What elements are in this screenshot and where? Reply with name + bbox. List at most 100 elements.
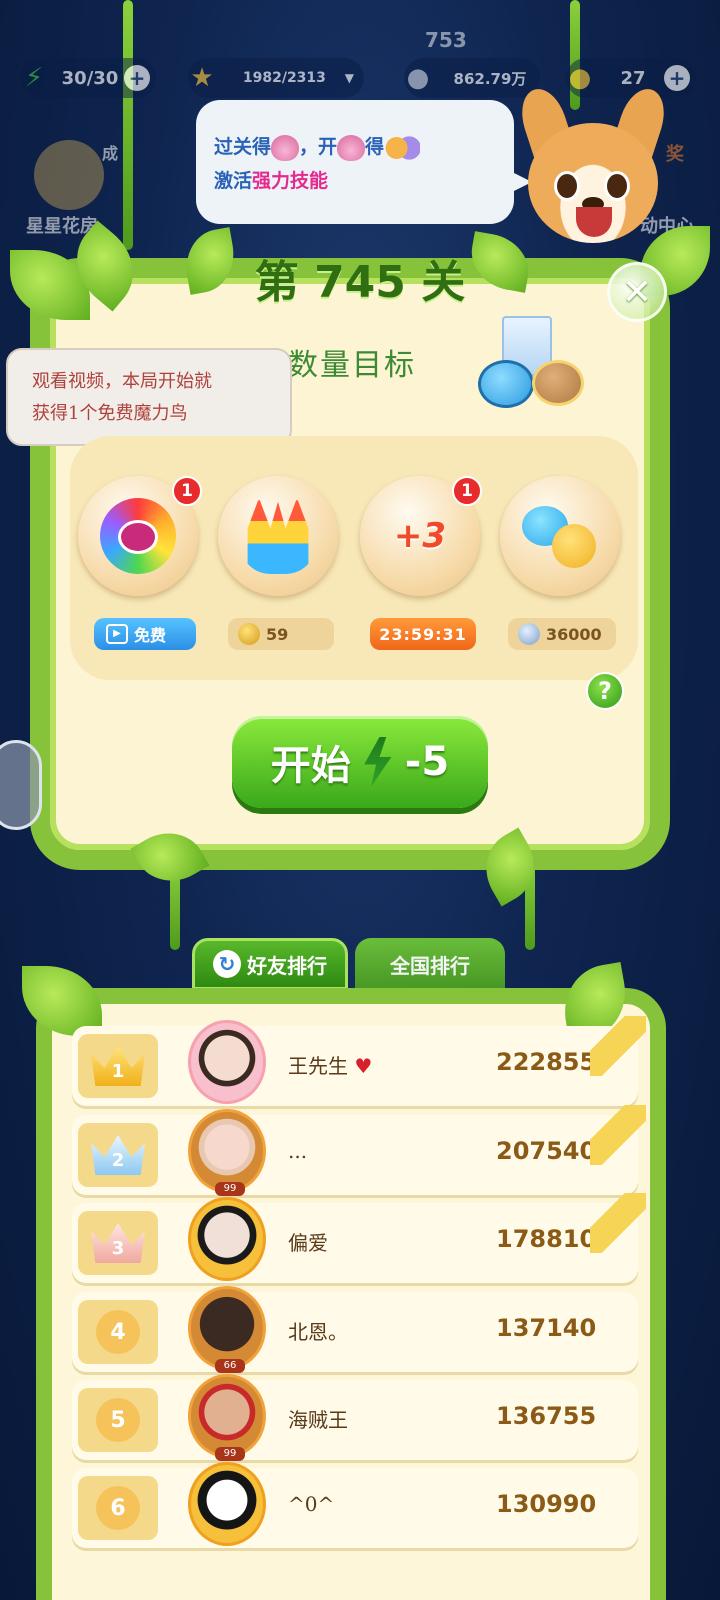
firework-rocket-icon: [247, 498, 309, 574]
tooltip-line: 获得1个免费魔力鸟: [32, 403, 188, 424]
ranking-row[interactable]: 6 ^0^ 130990: [72, 1462, 638, 1548]
money-bag-icon: [337, 134, 366, 161]
silver-crown-icon: 2: [91, 1135, 145, 1175]
gold-crown-icon: 1: [91, 1046, 145, 1086]
speech-text: ，开: [299, 136, 338, 158]
rank-badge: 4: [78, 1300, 158, 1364]
speech-text: 过关得: [214, 136, 272, 158]
rainbow-bird-icon: [100, 498, 176, 574]
speech-text: 激活: [214, 170, 253, 192]
energy-counter[interactable]: ⚡ 30/30 +: [20, 58, 156, 98]
booster-count-badge: 1: [172, 476, 202, 506]
avatar-level: 99: [215, 1182, 245, 1196]
heart-icon: ♥: [354, 1054, 373, 1078]
rank-badge: 3: [78, 1211, 158, 1275]
chevron-down-icon: ▼: [344, 71, 354, 85]
speech-line-1: 过关得 ，开 得: [214, 130, 496, 164]
ranking-row[interactable]: 3 偏爱 178810: [72, 1193, 646, 1283]
player-score: 207540: [496, 1137, 597, 1165]
avatar-level: 99: [215, 1447, 245, 1461]
avatar[interactable]: [188, 1197, 266, 1281]
rank-number: 5: [96, 1398, 140, 1442]
start-label: 开始: [270, 743, 351, 789]
rank-badge: 5: [78, 1388, 158, 1452]
help-button[interactable]: ?: [586, 672, 624, 710]
add-energy-button[interactable]: +: [124, 65, 150, 91]
energy-value: 30/30: [61, 67, 119, 89]
ranking-row[interactable]: 5 99 海贼王 136755: [72, 1374, 638, 1461]
goal-target-icon: [478, 316, 588, 416]
avatar[interactable]: [188, 1462, 266, 1546]
side-star-button[interactable]: [0, 740, 42, 830]
silver-coin-icon: [518, 623, 540, 645]
timer-pill: 23:59:31: [370, 618, 476, 650]
bronze-crown-icon: 3: [91, 1223, 145, 1263]
ranking-row[interactable]: 1 王先生 ♥ 222855: [72, 1016, 646, 1106]
rank-badge: 2: [78, 1123, 158, 1187]
booster-candy-chick[interactable]: [500, 476, 620, 596]
start-button[interactable]: 开始 -5: [232, 716, 488, 808]
timer-value: 23:59:31: [379, 624, 467, 644]
free-video-pill[interactable]: ▶ 免费: [94, 618, 196, 650]
lightning-icon: ⚡: [24, 63, 44, 93]
tab-label: 好友排行: [247, 953, 327, 978]
plus3-moves-icon: +3: [393, 516, 447, 556]
avatar[interactable]: 66: [188, 1286, 266, 1373]
ranking-row[interactable]: 4 66 北恩。 137140: [72, 1286, 638, 1373]
tooltip-line: 观看视频，本局开始就: [32, 371, 212, 392]
speech-bubble: 过关得 ，开 得 激活强力技能: [196, 100, 532, 224]
start-cost: -5: [404, 739, 450, 785]
speech-text: 得: [365, 136, 385, 158]
coin-price-pill[interactable]: 36000: [508, 618, 616, 650]
rank-number: 6: [96, 1486, 140, 1530]
video-icon: ▶: [106, 624, 128, 644]
ranking-row[interactable]: 2 99 ... 207540: [72, 1105, 646, 1196]
speech-line-2: 激活强力技能: [214, 164, 496, 198]
rank-badge: 1: [78, 1034, 158, 1098]
background-vine: [123, 0, 133, 250]
coin-icon: ●: [406, 63, 430, 93]
gold-price: 59: [266, 624, 289, 644]
player-name: 海贼王: [288, 1408, 348, 1432]
tab-label: 全国排行: [390, 953, 470, 978]
dog-mascot: [514, 83, 672, 258]
coin-value: 862.79万: [453, 69, 527, 88]
player-name: ^0^: [288, 1492, 335, 1516]
player-name: 偏爱: [288, 1231, 328, 1255]
player-score: 136755: [496, 1402, 597, 1430]
player-score: 178810: [496, 1225, 597, 1253]
player-score: 130990: [496, 1490, 597, 1518]
star-counter[interactable]: ★ 1982/2313 ▼: [188, 58, 364, 98]
player-score: 137140: [496, 1314, 597, 1342]
rank-number: 4: [96, 1310, 140, 1354]
gold-coin-icon: [238, 623, 260, 645]
booster-firework[interactable]: [218, 476, 338, 596]
coin-price: 36000: [546, 624, 602, 644]
candy-chick-icon: [522, 498, 598, 574]
achievement-small-label: 成: [102, 144, 119, 163]
gold-price-pill[interactable]: 59: [228, 618, 334, 650]
video-reward-tooltip: 观看视频，本局开始就 获得1个免费魔力鸟: [6, 348, 292, 464]
lightning-icon: [364, 737, 392, 787]
money-bag-icon: [271, 134, 300, 161]
tab-national-ranking[interactable]: 全国排行: [355, 938, 505, 990]
player-name: ...: [288, 1139, 308, 1163]
refresh-icon: ↻: [213, 950, 241, 978]
tab-friends-ranking[interactable]: ↻ 好友排行: [192, 938, 348, 990]
player-name: 王先生 ♥: [288, 1054, 373, 1078]
star-ribbon-icon: [590, 1193, 646, 1253]
rank-badge: 6: [78, 1476, 158, 1540]
star-ribbon-icon: [590, 1105, 646, 1165]
close-button[interactable]: ✕: [607, 262, 667, 322]
booster-count-badge: 1: [452, 476, 482, 506]
avatar[interactable]: 99: [188, 1109, 266, 1196]
speech-highlight: 强力技能: [252, 170, 329, 192]
player-score: 222855: [496, 1048, 597, 1076]
player-name: 北恩。: [288, 1320, 348, 1344]
gold-value: 27: [620, 67, 646, 89]
candy-icon: [384, 134, 421, 161]
star-ribbon-icon: [590, 1016, 646, 1076]
star-house-icon[interactable]: [34, 140, 104, 210]
avatar[interactable]: 99: [188, 1374, 266, 1461]
avatar[interactable]: [188, 1020, 266, 1104]
